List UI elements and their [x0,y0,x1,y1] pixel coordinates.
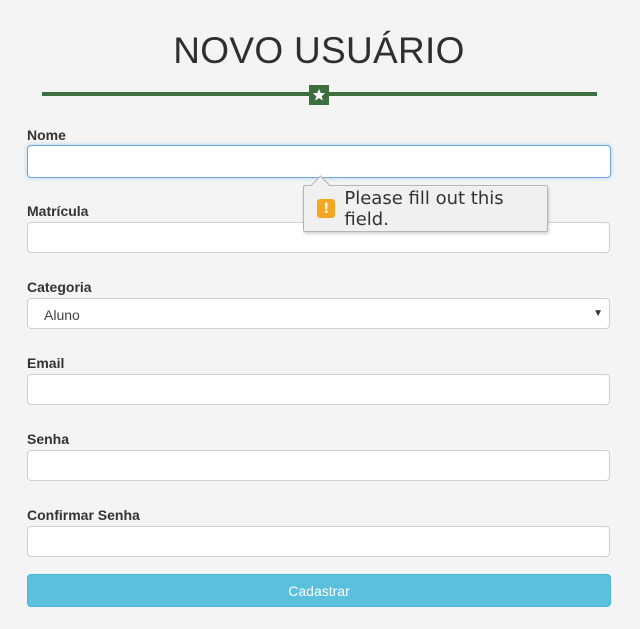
categoria-select[interactable]: Aluno ▼ [27,298,610,329]
warning-icon: ! [317,199,336,218]
validation-message: Please fill out this field. [344,187,504,230]
cadastrar-button[interactable]: Cadastrar [27,574,611,607]
categoria-label: Categoria [27,279,92,295]
email-input[interactable] [27,374,610,405]
confirmar-senha-input[interactable] [27,526,610,557]
tooltip-pointer [311,175,330,194]
chevron-down-icon: ▼ [593,308,603,319]
nome-label: Nome [27,127,66,143]
confirmar-senha-label: Confirmar Senha [27,507,140,523]
page-title: NOVO USUÁRIO [173,30,465,71]
nome-input[interactable] [27,145,611,178]
matricula-label: Matrícula [27,203,89,219]
star-icon [309,85,329,105]
categoria-selected-value: Aluno [44,307,80,323]
senha-input[interactable] [27,450,610,481]
email-label: Email [27,355,65,371]
validation-tooltip: ! Please fill out this field. [303,175,548,232]
senha-label: Senha [27,431,70,447]
